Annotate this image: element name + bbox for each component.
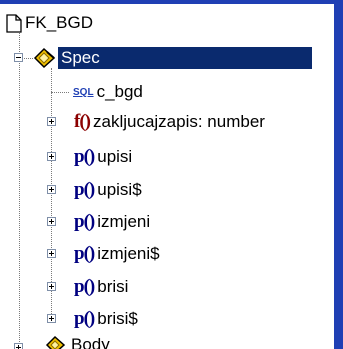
tree-node-sql[interactable]: SQL c_bgd — [73, 80, 146, 104]
tree-node-procedure[interactable]: p() brisi — [74, 275, 131, 299]
sql-cursor-icon: SQL — [73, 86, 94, 98]
tree-node-procedure[interactable]: p() upisi$ — [74, 178, 145, 202]
expand-toggle[interactable] — [47, 282, 56, 291]
tree-node-label: brisi$ — [97, 309, 138, 328]
tree-node-procedure[interactable]: p() brisi$ — [74, 307, 141, 331]
window-frame-top — [0, 0, 343, 4]
procedure-icon: p() — [74, 243, 95, 264]
tree-node-label: izmjeni — [97, 212, 151, 231]
package-spec-icon — [32, 47, 58, 69]
tree-node-label: brisi — [97, 277, 129, 296]
procedure-icon: p() — [74, 276, 95, 297]
tree-connector — [19, 26, 20, 344]
expand-toggle[interactable] — [47, 249, 56, 258]
tree-node-procedure[interactable]: p() upisi — [74, 145, 135, 169]
tree-root-label: FK_BGD — [25, 13, 94, 32]
procedure-icon: p() — [74, 179, 95, 200]
procedure-icon: p() — [74, 308, 95, 329]
document-icon — [6, 13, 22, 33]
function-icon: f() — [74, 111, 91, 132]
expand-toggle[interactable] — [47, 185, 56, 194]
tree-connector — [51, 92, 69, 93]
tree-node-label: upisi — [97, 147, 133, 166]
tree-node-sql-label: c_bgd — [96, 82, 143, 101]
tree-node-spec[interactable]: Spec — [32, 46, 312, 70]
tree-node-label: zakljucajzapis: number — [92, 112, 265, 131]
window-frame-right — [334, 0, 343, 349]
expand-toggle[interactable] — [47, 314, 56, 323]
tree-node-label: izmjeni$ — [97, 244, 160, 263]
expand-toggle[interactable] — [47, 217, 56, 226]
expand-toggle[interactable] — [14, 343, 23, 349]
object-tree-pane: FK_BGD Spec SQL c_bgd f() zakljucajzapis… — [0, 0, 334, 349]
procedure-icon: p() — [74, 211, 95, 232]
tree-node-body[interactable]: Body — [44, 333, 113, 349]
tree-node-procedure[interactable]: p() izmjeni$ — [74, 242, 163, 266]
tree-node-label: upisi$ — [97, 180, 142, 199]
collapse-toggle[interactable] — [14, 53, 23, 62]
expand-toggle[interactable] — [47, 117, 56, 126]
package-body-icon — [44, 335, 68, 349]
tree-root[interactable]: FK_BGD — [6, 11, 96, 35]
expand-toggle[interactable] — [47, 152, 56, 161]
tree-node-function[interactable]: f() zakljucajzapis: number — [74, 110, 268, 134]
tree-node-procedure[interactable]: p() izmjeni — [74, 210, 153, 234]
tree-node-body-label: Body — [71, 335, 110, 349]
procedure-icon: p() — [74, 146, 95, 167]
tree-node-spec-label: Spec — [58, 47, 312, 69]
